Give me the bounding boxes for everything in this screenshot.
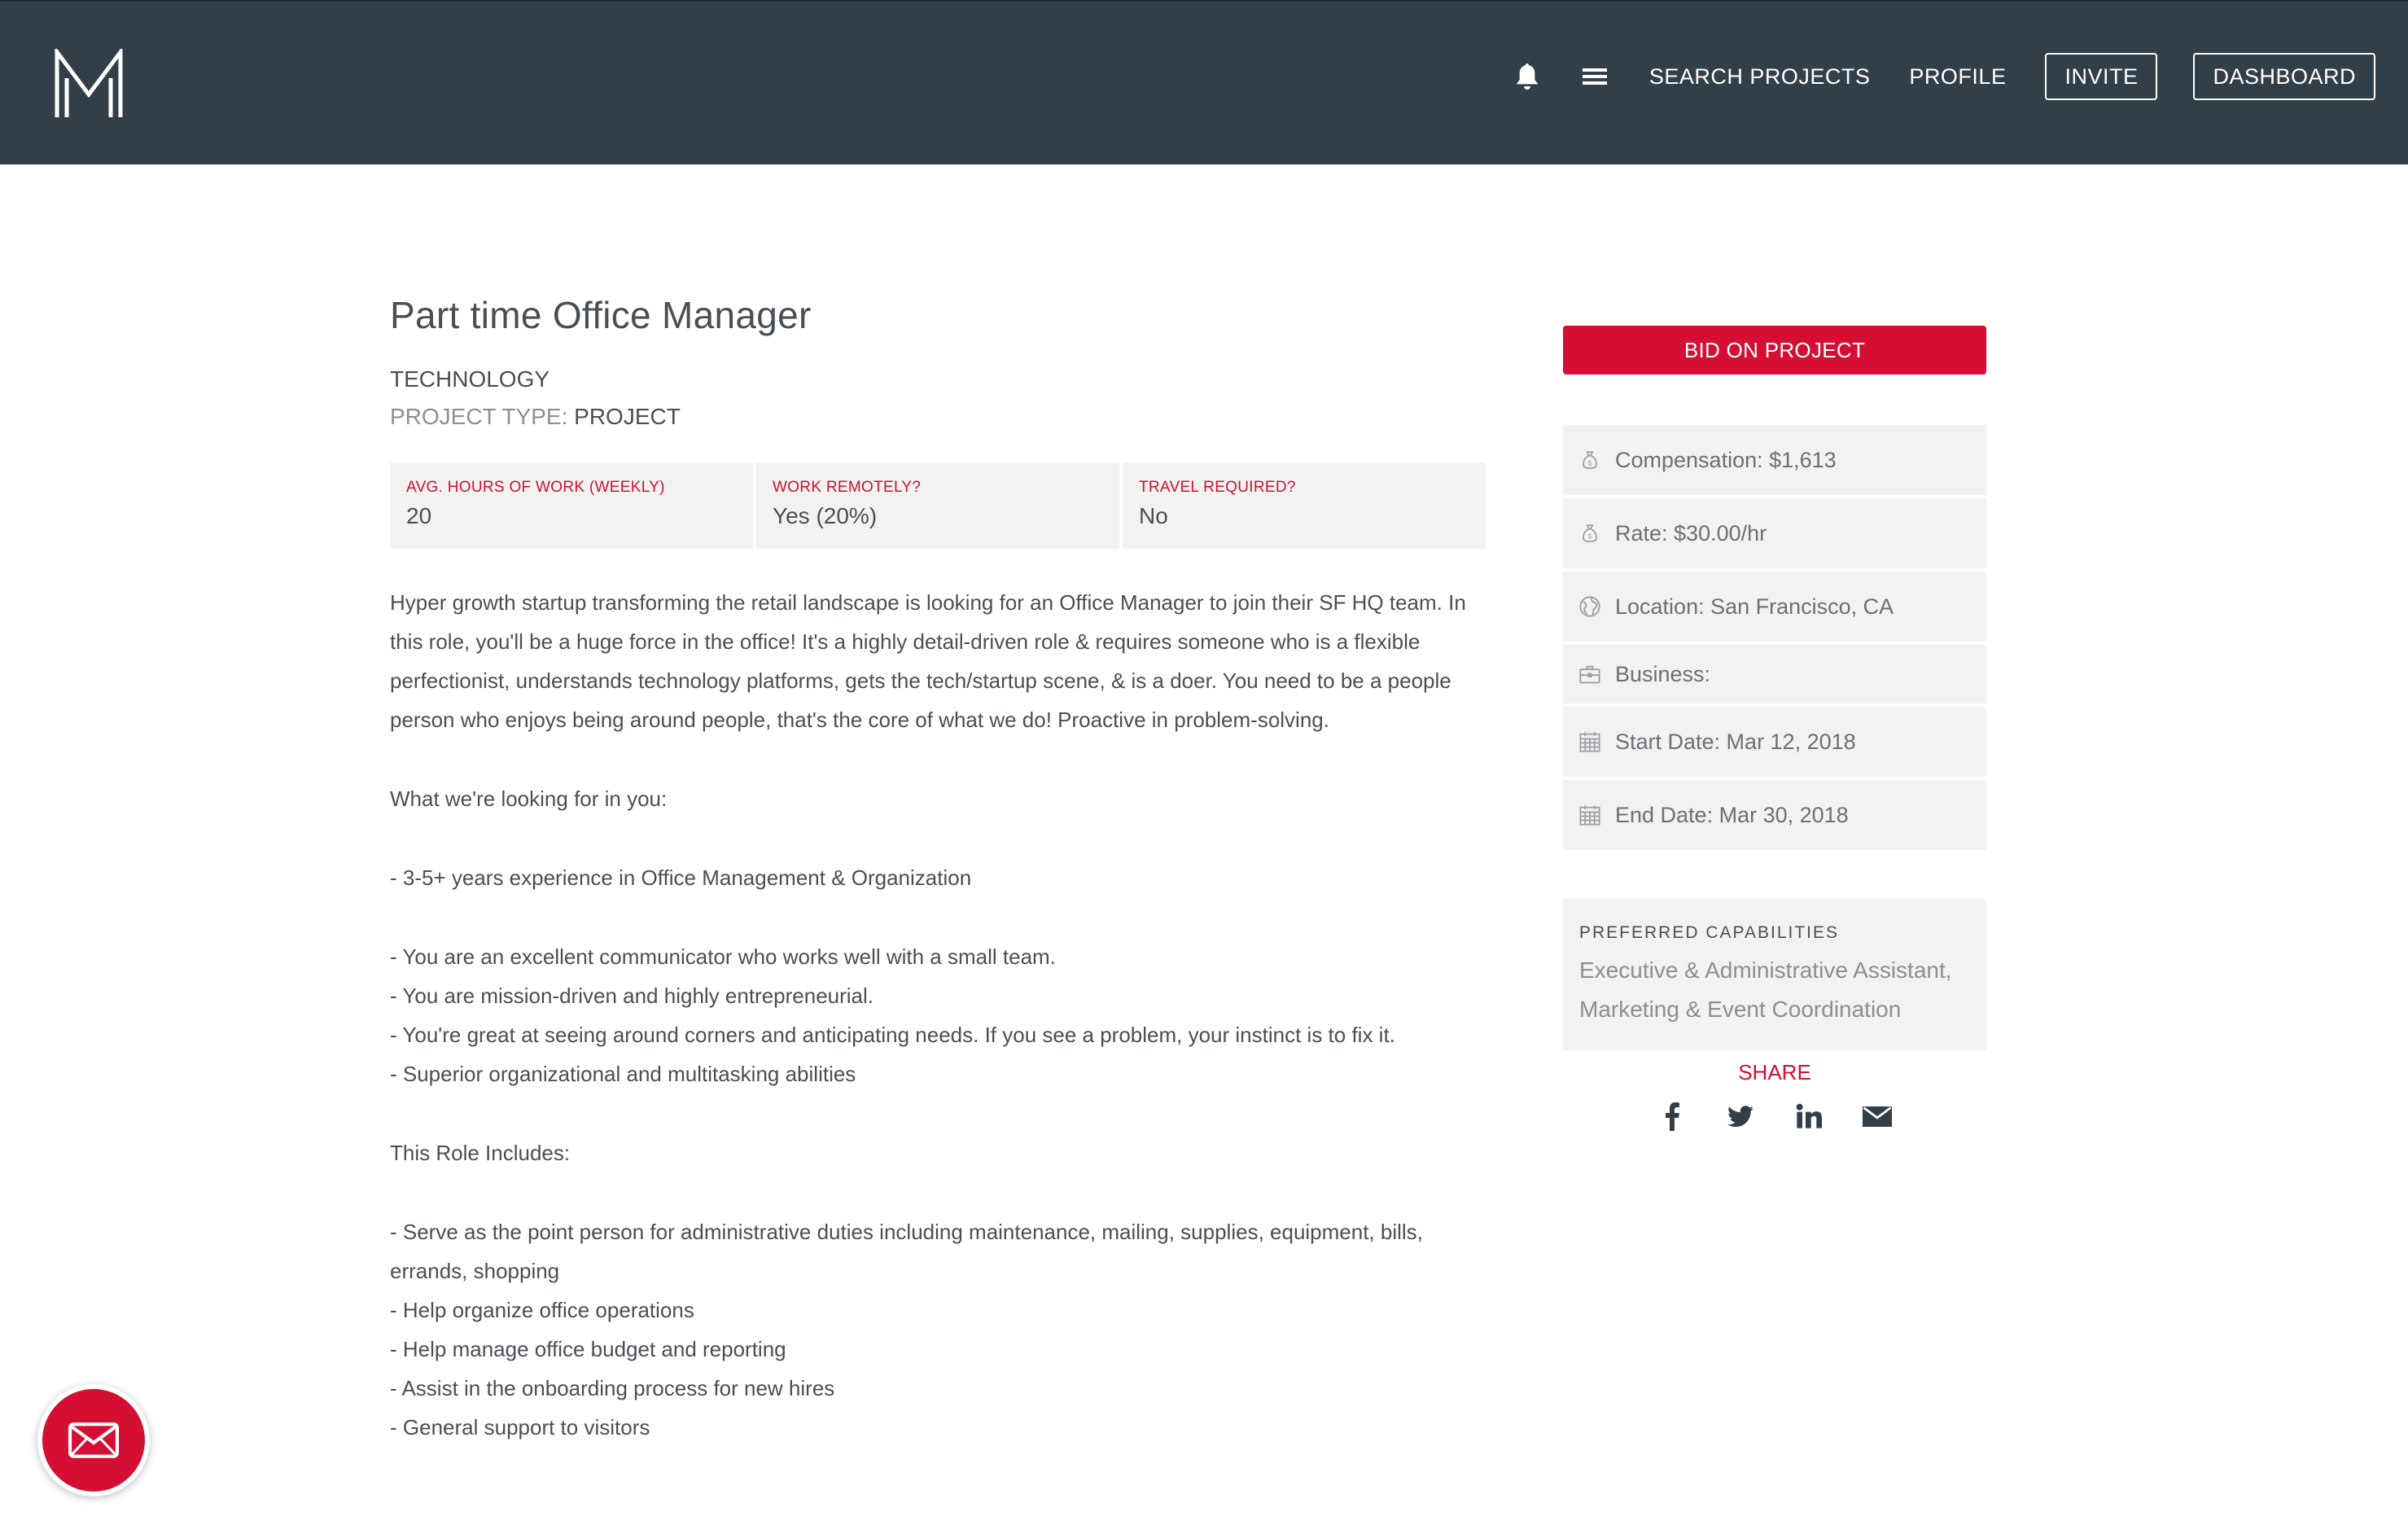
- info-location: Location: San Francisco, CA: [1563, 572, 1986, 642]
- rate-text: Rate: $30.00/hr: [1615, 520, 1767, 545]
- logo-icon[interactable]: [54, 46, 124, 119]
- calendar-icon: [1578, 803, 1602, 827]
- info-compensation: $ Compensation: $1,613: [1563, 425, 1986, 495]
- capabilities-list: Executive & Administrative Assistant, Ma…: [1579, 951, 1970, 1029]
- project-details: Part time Office Manager TECHNOLOGY PROJ…: [390, 293, 1497, 1447]
- project-category: TECHNOLOGY: [390, 366, 550, 392]
- profile-link[interactable]: PROFILE: [1909, 64, 2006, 90]
- stat-label: AVG. HOURS OF WORK (WEEKLY): [406, 479, 665, 496]
- compensation-text: Compensation: $1,613: [1615, 447, 1837, 472]
- end-date-text: End Date: Mar 30, 2018: [1615, 802, 1849, 827]
- trait-item: - You are mission-driven and highly entr…: [390, 984, 874, 1008]
- info-rate: $ Rate: $30.00/hr: [1563, 498, 1986, 568]
- dashboard-button[interactable]: DASHBOARD: [2193, 53, 2375, 100]
- stat-label: TRAVEL REQUIRED?: [1139, 479, 1296, 496]
- role-item: - Assist in the onboarding process for n…: [390, 1376, 835, 1400]
- stat-value: Yes (20%): [773, 503, 878, 528]
- stat-value: 20: [406, 503, 432, 528]
- preferred-capabilities: PREFERRED CAPABILITIES Executive & Admin…: [1563, 899, 1986, 1050]
- project-stats: AVG. HOURS OF WORK (WEEKLY) 20 WORK REMO…: [390, 462, 1486, 549]
- floating-message-button[interactable]: [37, 1384, 150, 1496]
- money-bag-icon: $: [1578, 521, 1602, 545]
- trait-item: - You're great at seeing around corners …: [390, 1023, 1395, 1047]
- stat-hours: AVG. HOURS OF WORK (WEEKLY) 20: [390, 462, 753, 549]
- business-text: Business:: [1615, 661, 1711, 686]
- top-navigation-bar: SEARCH PROJECTS PROFILE INVITE DASHBOARD: [0, 0, 2408, 164]
- role-item: - Help organize office operations: [390, 1298, 694, 1322]
- svg-text:$: $: [1587, 460, 1592, 468]
- trait-item: - You are an excellent communicator who …: [390, 944, 1056, 969]
- info-end-date: End Date: Mar 30, 2018: [1563, 780, 1986, 850]
- bell-icon[interactable]: [1513, 60, 1542, 93]
- role-heading: This Role Includes:: [390, 1141, 571, 1165]
- share-icons: [1563, 1100, 1986, 1133]
- project-type: PROJECT TYPE: PROJECT: [390, 404, 1497, 430]
- capability-line: Marketing & Event Coordination: [1579, 997, 1902, 1022]
- project-sidebar: BID ON PROJECT $ Compensation: $1,613 $ …: [1563, 326, 1986, 1133]
- stat-value: No: [1139, 503, 1168, 528]
- globe-icon: [1578, 594, 1602, 619]
- stat-travel: TRAVEL REQUIRED? No: [1123, 462, 1486, 549]
- project-type-value: PROJECT: [574, 404, 681, 429]
- description-intro: Hyper growth startup transforming the re…: [390, 590, 1466, 732]
- trait-item: - Superior organizational and multitaski…: [390, 1062, 856, 1086]
- role-item: - Help manage office budget and reportin…: [390, 1337, 786, 1361]
- email-icon[interactable]: [1861, 1100, 1894, 1133]
- search-projects-link[interactable]: SEARCH PROJECTS: [1649, 64, 1871, 90]
- hamburger-menu-icon[interactable]: [1581, 64, 1609, 89]
- info-start-date: Start Date: Mar 12, 2018: [1563, 707, 1986, 777]
- looking-for-heading: What we're looking for in you:: [390, 786, 668, 811]
- bid-on-project-button[interactable]: BID ON PROJECT: [1563, 326, 1986, 375]
- location-text: Location: San Francisco, CA: [1615, 594, 1894, 619]
- envelope-icon: [42, 1389, 145, 1492]
- start-date-text: Start Date: Mar 12, 2018: [1615, 729, 1856, 754]
- calendar-icon: [1578, 730, 1602, 754]
- facebook-icon[interactable]: [1656, 1100, 1688, 1133]
- stat-label: WORK REMOTELY?: [773, 479, 922, 496]
- role-item: - General support to visitors: [390, 1415, 650, 1439]
- info-business: Business:: [1563, 645, 1986, 703]
- role-item: - Serve as the point person for administ…: [390, 1220, 1423, 1283]
- capability-line: Executive & Administrative Assistant,: [1579, 957, 1952, 983]
- project-title: Part time Office Manager: [390, 294, 812, 336]
- main-nav: SEARCH PROJECTS PROFILE INVITE DASHBOARD: [1513, 52, 2375, 101]
- project-description: Hyper growth startup transforming the re…: [390, 583, 1497, 1447]
- invite-button[interactable]: INVITE: [2045, 53, 2158, 100]
- briefcase-icon: [1578, 662, 1602, 686]
- project-type-label: PROJECT TYPE:: [390, 404, 568, 429]
- share-label: SHARE: [1738, 1060, 1811, 1084]
- experience-item: - 3-5+ years experience in Office Manage…: [390, 865, 972, 890]
- capabilities-title: PREFERRED CAPABILITIES: [1579, 923, 1840, 942]
- linkedin-icon[interactable]: [1793, 1100, 1825, 1133]
- twitter-icon[interactable]: [1724, 1100, 1757, 1133]
- svg-text:$: $: [1587, 533, 1592, 541]
- money-bag-icon: $: [1578, 448, 1602, 472]
- stat-remote: WORK REMOTELY? Yes (20%): [756, 462, 1119, 549]
- project-info-list: $ Compensation: $1,613 $ Rate: $30.00/hr…: [1563, 425, 1986, 850]
